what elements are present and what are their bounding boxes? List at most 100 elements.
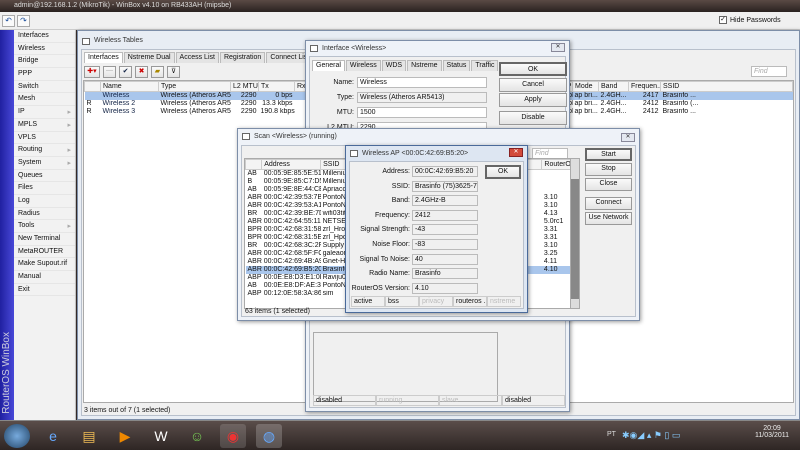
ie-icon[interactable]: e bbox=[40, 424, 66, 448]
field-type[interactable]: Wireless (Atheros AR5413) bbox=[357, 92, 487, 103]
cancel-button[interactable]: Cancel bbox=[499, 78, 567, 92]
start-button[interactable]: Start bbox=[585, 148, 632, 161]
sidebar-item-manual[interactable]: Manual bbox=[14, 271, 75, 284]
field-mtu[interactable]: 1500 bbox=[357, 107, 487, 118]
column-header[interactable] bbox=[84, 81, 101, 92]
tray-icons[interactable]: ✱◉◢ ▴ ⚑ ▯ ▭ bbox=[622, 430, 680, 441]
sidebar-item-routing[interactable]: Routing ▸ bbox=[14, 144, 75, 157]
sidebar-item-radius[interactable]: Radius bbox=[14, 208, 75, 221]
close-icon[interactable]: ✕ bbox=[621, 133, 635, 142]
sidebar-item-exit[interactable]: Exit bbox=[14, 284, 75, 297]
close-icon[interactable]: ✕ bbox=[509, 148, 523, 157]
column-header[interactable] bbox=[245, 159, 263, 170]
sidebar-item-metarouter[interactable]: MetaROUTER bbox=[14, 246, 75, 259]
undo-button[interactable]: ↶ bbox=[2, 15, 15, 27]
sidebar-item-tools[interactable]: Tools ▸ bbox=[14, 220, 75, 233]
messenger-icon[interactable]: ☺ bbox=[184, 424, 210, 448]
language-indicator[interactable]: PT bbox=[607, 431, 616, 438]
menu-label: Mesh bbox=[18, 95, 36, 103]
brand-strip: RouterOS WinBox bbox=[0, 30, 14, 420]
menu-label: Manual bbox=[18, 273, 41, 281]
column-header[interactable]: SSID bbox=[660, 81, 793, 92]
redo-button[interactable]: ↷ bbox=[17, 15, 30, 27]
connect-button[interactable]: Connect bbox=[585, 197, 632, 210]
explorer-icon[interactable]: ▤ bbox=[76, 424, 102, 448]
column-header[interactable]: Type bbox=[158, 81, 231, 92]
clock[interactable]: 20:09 11/03/2011 bbox=[755, 425, 789, 439]
enable-button[interactable]: ✔ bbox=[119, 66, 132, 78]
menu-label: Exit bbox=[18, 285, 30, 293]
sidebar-item-system[interactable]: System ▸ bbox=[14, 157, 75, 170]
column-header[interactable]: Band bbox=[598, 81, 629, 92]
table-cell: Wireless (Atheros AR5... bbox=[158, 91, 231, 100]
stop-button[interactable]: Stop bbox=[585, 163, 632, 176]
ok-button[interactable]: OK bbox=[499, 62, 567, 76]
close-button[interactable]: Close bbox=[585, 178, 632, 191]
sidebar-item-mesh[interactable]: Mesh bbox=[14, 93, 75, 107]
scan-status: 63 items (1 selected) bbox=[245, 308, 310, 315]
sidebar-item-ppp[interactable]: PPP bbox=[14, 68, 75, 81]
sidebar-item-mpls[interactable]: MPLS ▸ bbox=[14, 119, 75, 132]
sidebar-item-interfaces[interactable]: Interfaces bbox=[14, 30, 75, 43]
ap-ok-button[interactable]: OK bbox=[485, 165, 521, 179]
winbox-icon[interactable]: ◍ bbox=[256, 424, 282, 448]
column-header[interactable]: Frequen... bbox=[628, 81, 661, 92]
table-cell: 00:05:9E:85:C7:D5 bbox=[263, 178, 321, 185]
sidebar-item-switch[interactable]: Switch bbox=[14, 81, 75, 94]
sidebar-item-queues[interactable]: Queues bbox=[14, 170, 75, 183]
hide-passwords-checkbox[interactable]: ✓ bbox=[719, 16, 727, 24]
comment-button[interactable]: ▰ bbox=[151, 66, 164, 78]
remove-button[interactable]: — bbox=[103, 66, 116, 78]
sidebar-item-wireless[interactable]: Wireless bbox=[14, 43, 75, 56]
column-header[interactable]: Tx bbox=[258, 81, 295, 92]
disable-button[interactable]: Disable bbox=[499, 111, 567, 125]
tab-status[interactable]: Status bbox=[442, 60, 471, 71]
menu-label: VPLS bbox=[18, 133, 36, 141]
tab-interfaces[interactable]: Interfaces bbox=[84, 52, 123, 63]
ap-field-frequency: 2412 bbox=[412, 209, 478, 221]
start-button[interactable] bbox=[4, 424, 30, 448]
sidebar-item-log[interactable]: Log bbox=[14, 195, 75, 208]
sidebar-item-files[interactable]: Files bbox=[14, 182, 75, 195]
tab-traffic[interactable]: Traffic bbox=[471, 60, 499, 71]
column-header[interactable]: Mode bbox=[572, 81, 599, 92]
word-icon[interactable]: W bbox=[148, 424, 174, 448]
tab-registration[interactable]: Registration bbox=[219, 52, 266, 63]
sidebar-item-new-terminal[interactable]: New Terminal bbox=[14, 233, 75, 246]
sidebar-item-make-supout-rif[interactable]: Make Supout.rif bbox=[14, 258, 75, 272]
date: 11/03/2011 bbox=[755, 432, 789, 439]
table-cell: 00:0C:42:68:5F:FC bbox=[263, 250, 321, 257]
close-icon[interactable]: ✕ bbox=[551, 43, 565, 52]
apply-button[interactable]: Apply bbox=[499, 93, 567, 107]
table-cell: 00:0C:42:69:4B:A9 bbox=[263, 258, 321, 265]
tab-access-list[interactable]: Access List bbox=[175, 52, 219, 63]
status-cell: active bbox=[351, 296, 385, 307]
add-button[interactable]: ✚▾ bbox=[84, 66, 100, 78]
tab-wds[interactable]: WDS bbox=[381, 60, 407, 71]
use-network-button[interactable]: Use Network bbox=[585, 212, 632, 225]
column-header[interactable]: L2 MTU bbox=[230, 81, 259, 92]
chrome-icon[interactable]: ◉ bbox=[220, 424, 246, 448]
submenu-arrow-icon: ▸ bbox=[67, 159, 71, 167]
tab-nstreme-dual[interactable]: Nstreme Dual bbox=[123, 52, 175, 63]
filter-button[interactable]: ⊽ bbox=[167, 66, 180, 78]
tab-general[interactable]: General bbox=[312, 60, 345, 71]
ap-field-signalstrength: -43 bbox=[412, 224, 478, 236]
column-header[interactable]: Name bbox=[100, 81, 159, 92]
table-cell: AB bbox=[247, 170, 257, 177]
find-input[interactable]: Find bbox=[751, 66, 787, 77]
tab-nstreme[interactable]: Nstreme bbox=[407, 60, 442, 71]
disable-button[interactable]: ✖ bbox=[135, 66, 148, 78]
sidebar-item-vpls[interactable]: VPLS bbox=[14, 132, 75, 145]
field-name[interactable]: Wireless bbox=[357, 77, 487, 88]
tab-wireless[interactable]: Wireless bbox=[345, 60, 381, 71]
column-header[interactable]: Address bbox=[261, 159, 322, 170]
scrollbar[interactable] bbox=[570, 159, 579, 308]
table-cell: 2.4GH... bbox=[598, 91, 629, 100]
sidebar-item-ip[interactable]: IP ▸ bbox=[14, 106, 75, 119]
table-cell: AB bbox=[247, 282, 257, 289]
field-label: RouterOS Version: bbox=[351, 284, 410, 292]
table-cell: Wireless bbox=[100, 91, 159, 100]
sidebar-item-bridge[interactable]: Bridge bbox=[14, 55, 75, 69]
media-player-icon[interactable]: ▶ bbox=[112, 424, 138, 448]
